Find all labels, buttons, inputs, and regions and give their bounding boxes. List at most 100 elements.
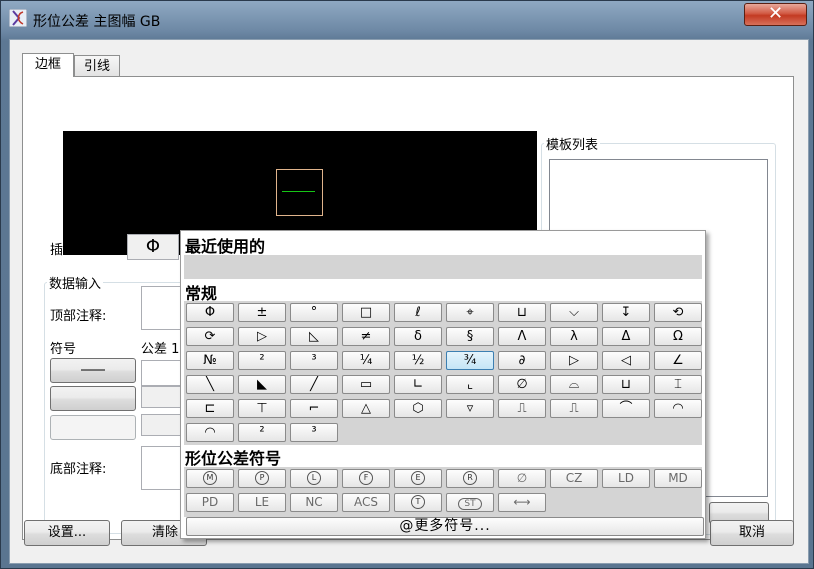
- recent-section-title: 最近使用的: [185, 237, 266, 256]
- gdt-symbol-cell[interactable]: L: [290, 469, 338, 488]
- symbol-cell[interactable]: ∠: [654, 351, 702, 370]
- gdt-symbol-label: T: [411, 495, 425, 509]
- gdt-symbol-cell[interactable]: ∅: [498, 469, 546, 488]
- symbol-cell[interactable]: Λ: [498, 327, 546, 346]
- flatness-line-icon: [81, 369, 105, 371]
- close-button[interactable]: ✕: [744, 3, 807, 26]
- symbol-cell[interactable]: ⌵: [550, 303, 598, 322]
- symbol-cell[interactable]: Φ: [186, 303, 234, 322]
- symbol-cell[interactable]: ⎍: [550, 399, 598, 418]
- symbol-cell[interactable]: △: [342, 399, 390, 418]
- symbol-cell[interactable]: ¾: [446, 351, 494, 370]
- gdt-symbol-cell[interactable]: T: [394, 493, 442, 512]
- symbol-cell[interactable]: λ: [550, 327, 598, 346]
- symbol-cell[interactable]: ◺: [290, 327, 338, 346]
- symbol-cell[interactable]: ↧: [602, 303, 650, 322]
- gdt-symbol-cell[interactable]: PD: [186, 493, 234, 512]
- symbol-cell[interactable]: ²: [238, 351, 286, 370]
- symbol-cell[interactable]: ⌞: [446, 375, 494, 394]
- gdt-symbol-cell[interactable]: ⟷: [498, 493, 546, 512]
- symbol-cell[interactable]: Δ: [602, 327, 650, 346]
- more-symbols-button[interactable]: @更多符号...: [186, 517, 704, 536]
- symbol-cell[interactable]: ∟: [394, 375, 442, 394]
- symbol-cell[interactable]: ⎍: [498, 399, 546, 418]
- gdt-symbol-cell[interactable]: LE: [238, 493, 286, 512]
- symbol-cell[interactable]: ╲: [186, 375, 234, 394]
- gdt-symbol-cell[interactable]: M: [186, 469, 234, 488]
- cancel-button[interactable]: 取消: [710, 520, 794, 546]
- symbol-cell[interactable]: ±: [238, 303, 286, 322]
- tab-border[interactable]: 边框: [22, 53, 74, 77]
- symbol-cell[interactable]: ½: [394, 351, 442, 370]
- symbol-cell[interactable]: ¼: [342, 351, 390, 370]
- gdt-symbol-cell[interactable]: ACS: [342, 493, 390, 512]
- gdt-symbol-label: ST: [458, 498, 482, 510]
- symbol-cell[interactable]: □: [342, 303, 390, 322]
- symbol-cell[interactable]: ⊔: [602, 375, 650, 394]
- cancel-button-label: 取消: [738, 525, 765, 540]
- gdt-symbol-cell[interactable]: CZ: [550, 469, 598, 488]
- datum-button[interactable]: [50, 415, 136, 440]
- symbol-cell[interactable]: ▿: [446, 399, 494, 418]
- tab-leader[interactable]: 引线: [74, 55, 120, 77]
- phi-icon: Φ: [145, 236, 161, 257]
- recent-symbols-band: [184, 255, 702, 279]
- app-logo-icon: [9, 9, 27, 27]
- symbol-cell[interactable]: ◠: [654, 399, 702, 418]
- bottom-note-label: 底部注释:: [50, 462, 107, 477]
- gdt-symbol-label: P: [255, 471, 269, 485]
- settings-button-label: 设置...: [47, 525, 87, 540]
- symbol-cell[interactable]: ≠: [342, 327, 390, 346]
- symbol-cell[interactable]: ▭: [342, 375, 390, 394]
- symbol-cell[interactable]: ╱: [290, 375, 338, 394]
- gdt-symbol-label: ⟷: [513, 495, 531, 509]
- symbol-cell[interactable]: °: [290, 303, 338, 322]
- symbol-select-button[interactable]: [50, 358, 136, 383]
- symbol-cell[interactable]: ▷: [550, 351, 598, 370]
- symbol-cell[interactable]: ⌒: [602, 399, 650, 418]
- symbol-cell[interactable]: ⊤: [238, 399, 286, 418]
- symbol-cell[interactable]: ⟲: [654, 303, 702, 322]
- insert-symbol-button[interactable]: Φ: [127, 234, 179, 260]
- symbol-cell[interactable]: ³: [290, 423, 338, 442]
- symbol-cell[interactable]: №: [186, 351, 234, 370]
- symbol-cell[interactable]: ∅: [498, 375, 546, 394]
- symbol-cell[interactable]: ⊏: [186, 399, 234, 418]
- symbol-cell[interactable]: ⌖: [446, 303, 494, 322]
- symbol-cell[interactable]: ⌓: [550, 375, 598, 394]
- symbol-cell[interactable]: ³: [290, 351, 338, 370]
- symbol-cell[interactable]: δ: [394, 327, 442, 346]
- symbol-cell[interactable]: §: [446, 327, 494, 346]
- gdt-symbol-cell[interactable]: NC: [290, 493, 338, 512]
- symbol-cell[interactable]: Ω: [654, 327, 702, 346]
- gdt-symbol-cell[interactable]: LD: [602, 469, 650, 488]
- symbol-cell[interactable]: ◣: [238, 375, 286, 394]
- data-input-group-title: 数据输入: [47, 273, 104, 292]
- gdt-symbol-cell[interactable]: ST: [446, 493, 494, 512]
- symbol-cell[interactable]: ⟳: [186, 327, 234, 346]
- preview-frame: [276, 169, 323, 216]
- title-bar[interactable]: 形位公差 主图幅 GB ✕: [1, 1, 813, 37]
- symbol-cell[interactable]: ℓ: [394, 303, 442, 322]
- gdt-symbol-label: PD: [201, 495, 219, 509]
- symbol-cell[interactable]: ∂: [498, 351, 546, 370]
- symbol-cell[interactable]: ⌶: [654, 375, 702, 394]
- symbol-cell[interactable]: ⊔: [498, 303, 546, 322]
- gdt-symbol-cell[interactable]: MD: [654, 469, 702, 488]
- gdt-symbol-label: F: [359, 471, 373, 485]
- gdt-symbol-cell[interactable]: F: [342, 469, 390, 488]
- tab-label: 边框: [34, 57, 61, 72]
- settings-button[interactable]: 设置...: [24, 520, 110, 546]
- symbol-cell[interactable]: ◁: [602, 351, 650, 370]
- gdt-symbol-cell[interactable]: E: [394, 469, 442, 488]
- gdt-symbol-label: LD: [618, 471, 634, 485]
- symbol-cell[interactable]: ²: [238, 423, 286, 442]
- symbol-cell[interactable]: ⬡: [394, 399, 442, 418]
- gdt-symbol-cell[interactable]: R: [446, 469, 494, 488]
- gdt-symbol-label: ACS: [354, 495, 378, 509]
- modifier-button[interactable]: [50, 386, 136, 411]
- symbol-cell[interactable]: ◠: [186, 423, 234, 442]
- gdt-symbol-cell[interactable]: P: [238, 469, 286, 488]
- symbol-cell[interactable]: ▷: [238, 327, 286, 346]
- symbol-cell[interactable]: ⌐: [290, 399, 338, 418]
